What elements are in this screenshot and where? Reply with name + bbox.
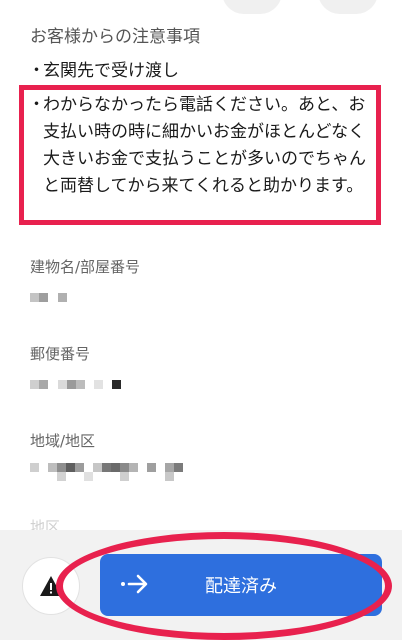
customer-notes-heading: お客様からの注意事項 — [30, 27, 200, 47]
top-circle-button-1[interactable] — [222, 0, 282, 14]
region-district-label: 地域/地区 — [30, 432, 96, 450]
top-circle-button-2[interactable] — [318, 0, 378, 14]
highlight-annotation-box — [19, 85, 381, 225]
highlight-annotation-ellipse — [56, 532, 392, 640]
building-room-label: 建物名/部屋番号 — [30, 258, 141, 276]
note-item: ・ 玄関先で受け渡し — [28, 58, 179, 85]
top-action-buttons — [0, 0, 402, 14]
note-text: 玄関先で受け渡し — [43, 61, 179, 81]
postal-code-label: 郵便番号 — [30, 345, 91, 363]
bullet: ・ — [28, 61, 45, 81]
